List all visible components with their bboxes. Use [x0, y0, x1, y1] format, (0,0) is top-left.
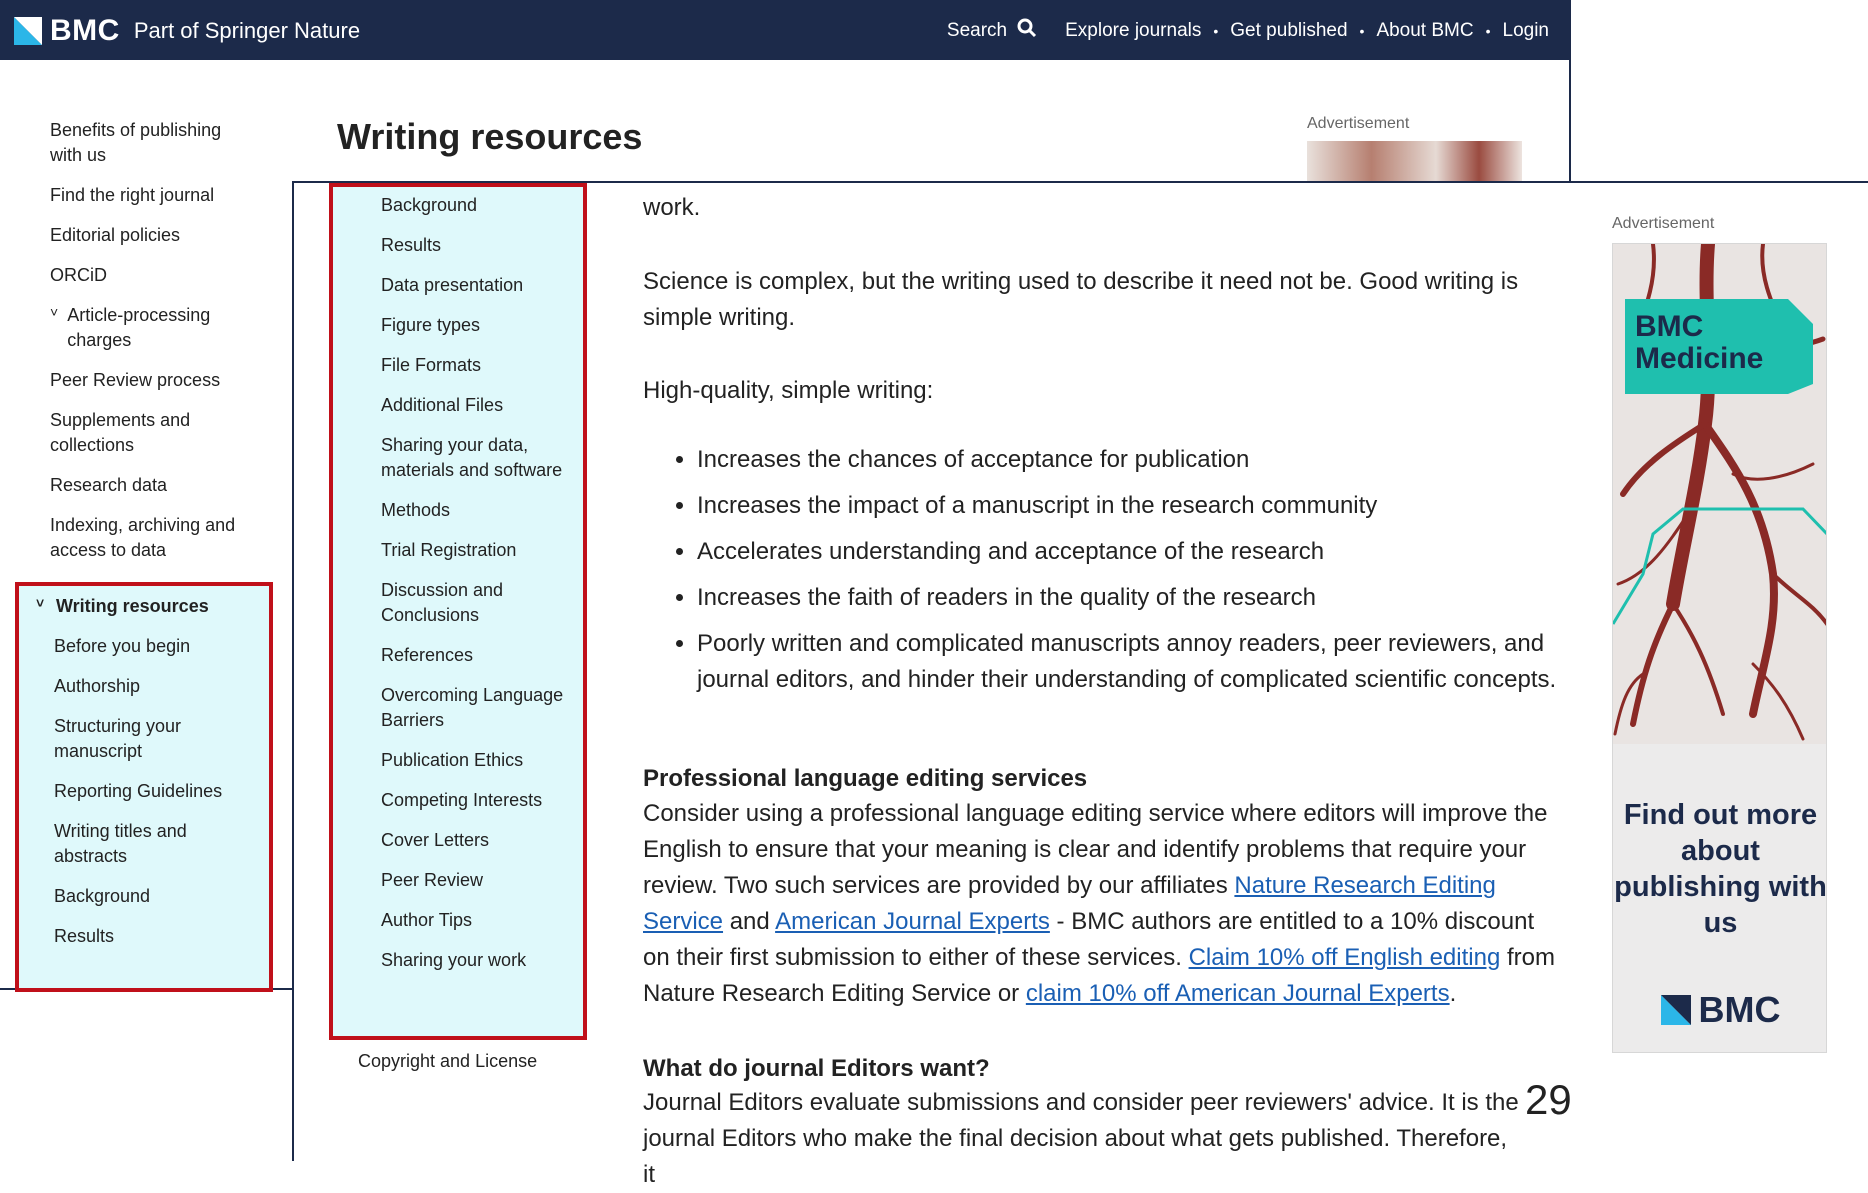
sidebar-item-peer-review[interactable]: Peer Review [381, 868, 581, 893]
ad-badge-line: Medicine [1635, 342, 1763, 375]
site-header: BMC Part of Springer Nature Search Explo… [0, 0, 1571, 60]
link-claim-aje[interactable]: claim 10% off American Journal Experts [1026, 980, 1450, 1007]
advertisement-label: Advertisement [1612, 215, 1715, 232]
sidebar-item-copyright[interactable]: Copyright and License [358, 1049, 558, 1074]
text-span: . [1449, 980, 1457, 1007]
link-claim-english-editing[interactable]: Claim 10% off English editing [1189, 944, 1501, 971]
sidebar-item-authorship[interactable]: Authorship [54, 674, 254, 699]
sidebar-item-sharing-data[interactable]: Sharing your data, materials and softwar… [381, 433, 581, 483]
ad-cta-text: Find out more about publishing with us [1614, 799, 1827, 939]
sidebar-item-author-tips[interactable]: Author Tips [381, 908, 581, 933]
list-item: Accelerates understanding and acceptance… [697, 534, 1557, 570]
front-sidebar-list: Background Results Data presentation Fig… [381, 193, 581, 988]
brand-name: BMC [50, 14, 120, 47]
highlight-box-sidebar: Background Results Data presentation Fig… [329, 183, 587, 1040]
list-item: Increases the impact of a manuscript in … [697, 488, 1557, 524]
sidebar-item-orcid[interactable]: ORCiD [50, 263, 250, 288]
search-icon [1007, 18, 1037, 44]
ad-badge-line: BMC [1635, 310, 1703, 343]
sidebar-item-trial-registration[interactable]: Trial Registration [381, 538, 581, 563]
advertisement-banner[interactable]: BMC Medicine Find out more about publishi… [1612, 243, 1827, 1053]
sidebar-item-label: Article-processing charges [67, 305, 211, 350]
nav-separator: • [1359, 23, 1365, 39]
list-item: Increases the faith of readers in the qu… [697, 580, 1557, 616]
back-sidebar: Benefits of publishing with us Find the … [50, 118, 250, 578]
text-span: and [723, 908, 776, 935]
heading-editors-want: What do journal Editors want? [643, 1055, 990, 1082]
list-item: Increases the chances of acceptance for … [697, 442, 1557, 478]
sidebar-item-structuring[interactable]: Structuring your manuscript [54, 714, 254, 764]
front-screenshot: Background Results Data presentation Fig… [292, 181, 1868, 1188]
ad-logo-text: BMC [1698, 989, 1781, 1030]
sidebar-item-editorial-policies[interactable]: Editorial policies [50, 223, 250, 248]
bmc-logo[interactable]: BMC Part of Springer Nature [14, 14, 360, 48]
page-title: Writing resources [337, 116, 643, 157]
sidebar-item-writing-resources[interactable]: ˅ Writing resources [36, 594, 254, 619]
chevron-down-icon: ˅ [50, 304, 59, 320]
sidebar-item-results[interactable]: Results [381, 233, 581, 258]
sidebar-item-before-you-begin[interactable]: Before you begin [54, 634, 254, 659]
ad-bmc-logo: BMC [1613, 989, 1826, 1031]
bmc-mark-icon [14, 17, 42, 45]
heading-editing-services: Professional language editing services [643, 765, 1088, 792]
list-item: Poorly written and complicated manuscrip… [697, 626, 1557, 698]
sidebar-item-cover-letters[interactable]: Cover Letters [381, 828, 581, 853]
sidebar-item-sharing-work[interactable]: Sharing your work [381, 948, 581, 973]
sidebar-item-language-barriers[interactable]: Overcoming Language Barriers [381, 683, 581, 733]
highlight-box-writing-resources: ˅ Writing resources Before you begin Aut… [15, 582, 273, 992]
sidebar-item-discussion[interactable]: Discussion and Conclusions [381, 578, 581, 628]
sidebar-item-label: Writing resources [56, 596, 209, 616]
nav-about-bmc[interactable]: About BMC [1376, 20, 1473, 42]
sidebar-item-find-journal[interactable]: Find the right journal [50, 183, 250, 208]
sidebar-item-supplements[interactable]: Supplements and collections [50, 408, 250, 458]
top-nav: Search Explore journals • Get published … [947, 18, 1549, 44]
paragraph-science: Science is complex, but the writing used… [643, 268, 1519, 331]
sidebar-item-research-data[interactable]: Research data [50, 473, 250, 498]
link-american-journal-experts[interactable]: American Journal Experts [775, 908, 1050, 935]
paragraph-editing-services: Consider using a professional language e… [643, 796, 1563, 1012]
sidebar-item-titles-abstracts[interactable]: Writing titles and abstracts [54, 819, 254, 869]
sidebar-item-methods[interactable]: Methods [381, 498, 581, 523]
sidebar-item-indexing[interactable]: Indexing, archiving and access to data [50, 513, 250, 563]
search-link[interactable]: Search [947, 18, 1037, 44]
nav-explore-journals[interactable]: Explore journals [1065, 20, 1201, 42]
sidebar-item-background[interactable]: Background [381, 193, 581, 218]
nav-get-published[interactable]: Get published [1230, 20, 1347, 42]
advertisement-label: Advertisement [1307, 115, 1410, 132]
brand-tagline: Part of Springer Nature [133, 18, 361, 43]
paragraph-fragment: work. [643, 194, 701, 221]
nav-separator: • [1213, 23, 1219, 39]
bmc-mark-icon [1660, 995, 1691, 1025]
sidebar-item-figure-types[interactable]: Figure types [381, 313, 581, 338]
sidebar-item-publication-ethics[interactable]: Publication Ethics [381, 748, 581, 773]
sidebar-item-additional-files[interactable]: Additional Files [381, 393, 581, 418]
sidebar-item-peer-review[interactable]: Peer Review process [50, 368, 250, 393]
nav-login[interactable]: Login [1503, 20, 1550, 42]
sidebar-item-competing-interests[interactable]: Competing Interests [381, 788, 581, 813]
sidebar-item-background[interactable]: Background [54, 884, 254, 909]
paragraph-high-quality: High-quality, simple writing: [643, 377, 934, 404]
tree-roots-art: BMC Medicine [1613, 244, 1826, 744]
chevron-down-icon: ˅ [36, 595, 45, 611]
nav-separator: • [1485, 23, 1491, 39]
sidebar-item-data-presentation[interactable]: Data presentation [381, 273, 581, 298]
paragraph-editors: Journal Editors evaluate submissions and… [643, 1089, 1519, 1188]
slide-number: 29 [1525, 1076, 1572, 1123]
sidebar-item-results[interactable]: Results [54, 924, 254, 949]
benefits-list: Increases the chances of acceptance for … [643, 442, 1557, 708]
sidebar-item-file-formats[interactable]: File Formats [381, 353, 581, 378]
sidebar-item-benefits[interactable]: Benefits of publishing with us [50, 118, 250, 168]
sidebar-item-references[interactable]: References [381, 643, 581, 668]
search-label: Search [946, 20, 1008, 41]
writing-resources-menu: ˅ Writing resources Before you begin Aut… [36, 594, 254, 964]
sidebar-item-apc[interactable]: ˅ Article-processing charges [50, 303, 250, 353]
sidebar-item-reporting-guidelines[interactable]: Reporting Guidelines [54, 779, 254, 804]
advertisement-image[interactable] [1307, 141, 1522, 181]
